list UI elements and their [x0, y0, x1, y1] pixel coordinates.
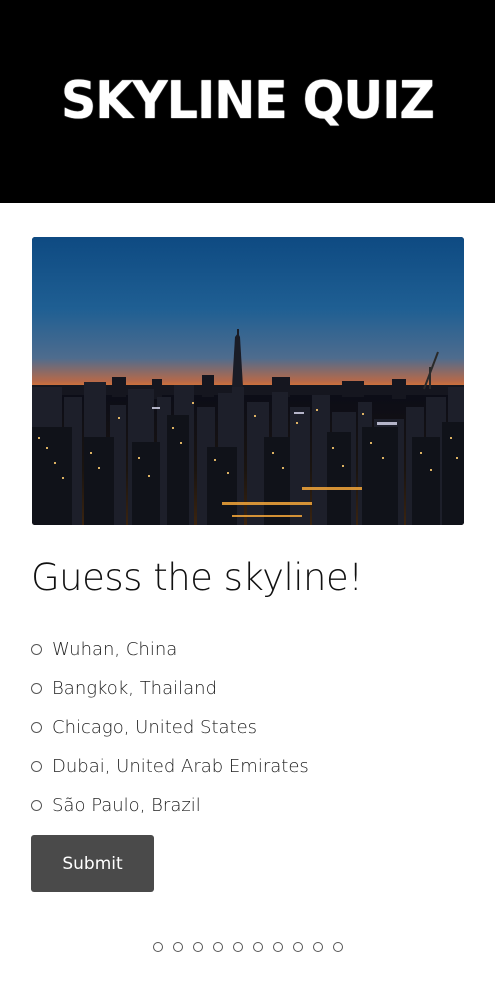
skyline-image: [32, 237, 464, 525]
submit-button[interactable]: Submit: [31, 835, 154, 892]
answer-option[interactable]: São Paulo, Brazil: [31, 786, 461, 825]
pagination-dot[interactable]: [152, 942, 163, 952]
answer-option[interactable]: Bangkok, Thailand: [31, 669, 461, 708]
answer-options: Wuhan, China Bangkok, Thailand Chicago, …: [31, 630, 461, 825]
radio-button[interactable]: [31, 800, 42, 811]
pagination-dot[interactable]: [312, 942, 323, 952]
pagination-dot[interactable]: [332, 942, 343, 952]
pagination-dot[interactable]: [232, 942, 243, 952]
radio-button[interactable]: [31, 683, 42, 694]
pagination-dot[interactable]: [192, 942, 203, 952]
answer-label: Bangkok, Thailand: [52, 678, 217, 699]
city-skyline-photo-icon: [32, 237, 464, 525]
pagination-dot[interactable]: [252, 942, 263, 952]
radio-button[interactable]: [31, 722, 42, 733]
pagination-dot[interactable]: [172, 942, 183, 952]
pagination-dot[interactable]: [212, 942, 223, 952]
radio-button[interactable]: [31, 644, 42, 655]
answer-label: Dubai, United Arab Emirates: [52, 756, 309, 777]
answer-option[interactable]: Chicago, United States: [31, 708, 461, 747]
pagination-dot[interactable]: [272, 942, 283, 952]
pagination-dot[interactable]: [292, 942, 303, 952]
answer-label: São Paulo, Brazil: [52, 795, 201, 816]
answer-option[interactable]: Wuhan, China: [31, 630, 461, 669]
answer-label: Wuhan, China: [52, 639, 178, 660]
question-title: Guess the skyline!: [31, 556, 363, 599]
site-header: Skyline Quiz: [0, 0, 495, 203]
pagination-dots: [0, 942, 495, 952]
radio-button[interactable]: [31, 761, 42, 772]
answer-option[interactable]: Dubai, United Arab Emirates: [31, 747, 461, 786]
site-logo: Skyline Quiz: [61, 70, 435, 131]
answer-label: Chicago, United States: [52, 717, 258, 738]
